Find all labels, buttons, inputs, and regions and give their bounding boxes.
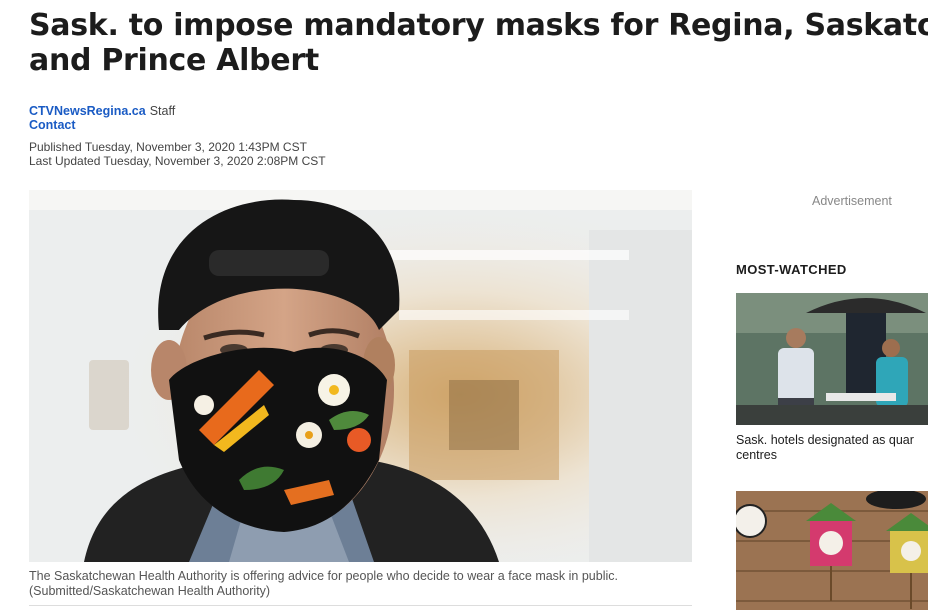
byline-source-link[interactable]: CTVNewsRegina.ca xyxy=(29,104,146,118)
video-thumbnail-2[interactable] xyxy=(736,491,928,610)
article-headline: Sask. to impose mandatory masks for Regi… xyxy=(29,8,928,78)
article-hero-image[interactable] xyxy=(29,190,692,562)
image-caption: The Saskatchewan Health Authority is off… xyxy=(29,569,692,599)
cuckoo-clocks-photo xyxy=(736,491,928,610)
video-title-1-line-2: centres xyxy=(736,448,777,462)
contact-link[interactable]: Contact xyxy=(29,118,76,132)
hotel-street-photo xyxy=(736,293,928,425)
headline-line-1: Sask. to impose mandatory masks for Regi… xyxy=(29,8,928,43)
video-title-1-line-1: Sask. hotels designated as quar xyxy=(736,433,914,447)
advertisement-label: Advertisement xyxy=(812,194,892,208)
byline: CTVNewsRegina.ca Staff xyxy=(29,104,175,119)
article-dates: Published Tuesday, November 3, 2020 1:43… xyxy=(29,140,326,168)
caption-line-1: The Saskatchewan Health Authority is off… xyxy=(29,569,618,583)
caption-divider xyxy=(29,605,692,606)
video-title-1[interactable]: Sask. hotels designated as quar centres xyxy=(736,433,928,463)
updated-timestamp: Last Updated Tuesday, November 3, 2020 2… xyxy=(29,154,326,168)
article-page: Sask. to impose mandatory masks for Regi… xyxy=(0,0,928,610)
headline-line-2: and Prince Albert xyxy=(29,43,319,78)
caption-credit: (Submitted/Saskatchewan Health Authority… xyxy=(29,584,271,598)
video-thumbnail-1[interactable] xyxy=(736,293,928,425)
masked-man-photo xyxy=(29,190,692,562)
most-watched-heading: MOST-WATCHED xyxy=(736,262,847,277)
byline-role: Staff xyxy=(149,104,176,118)
published-timestamp: Published Tuesday, November 3, 2020 1:43… xyxy=(29,140,307,154)
